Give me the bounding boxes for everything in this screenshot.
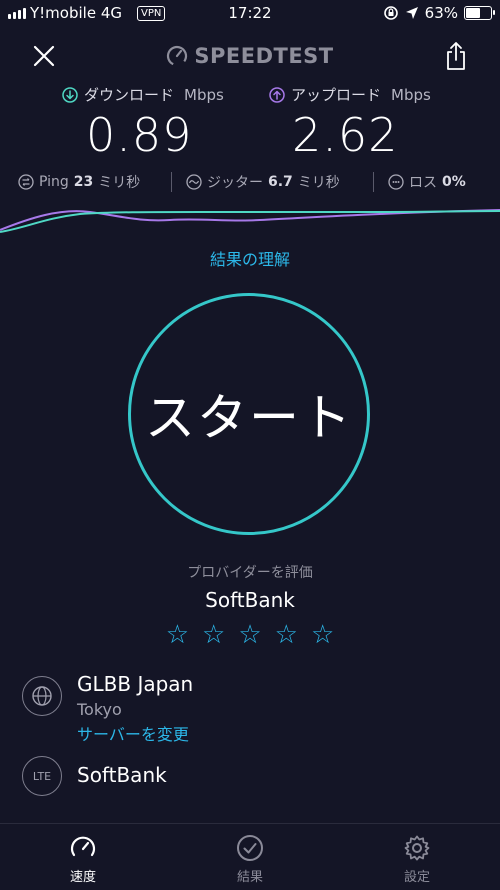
ping-label: Ping xyxy=(39,174,69,190)
ping-stat: Ping 23 ミリ秒 xyxy=(18,172,140,192)
download-value: 0.89 xyxy=(86,108,193,162)
stats-divider xyxy=(373,172,374,192)
loss-stat: ロス 0% xyxy=(388,172,466,192)
ping-value: 23 xyxy=(73,174,94,190)
packet-loss-icon xyxy=(388,174,404,190)
tab-settings[interactable]: 設定 xyxy=(377,834,457,885)
stats-divider xyxy=(171,172,172,192)
download-label-text: ダウンロード xyxy=(84,86,175,104)
star-2-icon[interactable]: ☆ xyxy=(202,620,225,650)
speed-history-graph xyxy=(0,209,500,233)
start-button[interactable]: スタート xyxy=(128,293,370,535)
tab-bar: 速度 結果 設定 xyxy=(0,823,500,890)
tab-results-label: 結果 xyxy=(236,870,263,885)
tab-speed[interactable]: 速度 xyxy=(43,834,123,885)
tab-results[interactable]: 結果 xyxy=(210,834,290,885)
share-button[interactable] xyxy=(444,40,468,72)
orientation-lock-icon xyxy=(383,6,398,20)
jitter-stat: ジッター 6.7 ミリ秒 xyxy=(186,172,340,192)
tab-speed-label: 速度 xyxy=(69,870,96,885)
rating-stars: ☆ ☆ ☆ ☆ ☆ xyxy=(0,620,500,650)
upload-label: アップロード Mbps xyxy=(269,84,431,105)
jitter-value: 6.7 xyxy=(268,174,293,190)
globe-icon xyxy=(22,676,62,716)
location-arrow-icon xyxy=(405,7,418,19)
battery-percent: 63% xyxy=(424,4,458,22)
star-5-icon[interactable]: ☆ xyxy=(311,620,334,650)
speedometer-icon xyxy=(70,836,96,857)
lte-icon: LTE xyxy=(22,756,62,796)
connection-carrier: SoftBank xyxy=(77,763,167,787)
change-server-link[interactable]: サーバーを変更 xyxy=(77,721,189,745)
understand-results-link[interactable]: 結果の理解 xyxy=(0,246,500,270)
share-icon xyxy=(447,42,465,70)
gear-icon xyxy=(404,835,430,861)
ping-icon xyxy=(18,174,34,190)
brand-name: SPEEDTEST xyxy=(194,44,334,68)
tab-settings-label: 設定 xyxy=(403,870,430,885)
star-4-icon[interactable]: ☆ xyxy=(275,620,298,650)
upload-arrow-icon xyxy=(269,86,285,103)
download-unit: Mbps xyxy=(184,85,224,104)
server-name: GLBB Japan xyxy=(77,672,194,696)
star-1-icon[interactable]: ☆ xyxy=(166,620,189,650)
check-circle-icon xyxy=(237,835,263,861)
app-logo: SPEEDTEST xyxy=(0,44,500,68)
star-3-icon[interactable]: ☆ xyxy=(238,620,261,650)
jitter-label: ジッター xyxy=(207,175,263,191)
upload-label-text: アップロード xyxy=(291,86,382,104)
upload-unit: Mbps xyxy=(391,85,431,104)
globe-glyph xyxy=(32,686,52,706)
speedometer-logo-icon xyxy=(167,45,188,67)
ping-unit: ミリ秒 xyxy=(98,175,141,191)
server-city: Tokyo xyxy=(77,700,122,719)
download-arrow-icon xyxy=(62,86,78,103)
battery-icon xyxy=(464,6,495,20)
loss-value: 0% xyxy=(442,174,466,190)
jitter-icon xyxy=(186,174,202,190)
loss-label: ロス xyxy=(409,175,437,191)
provider-name: SoftBank xyxy=(205,588,295,612)
download-speed-line xyxy=(0,210,500,233)
upload-value: 2.62 xyxy=(292,108,399,162)
status-bar: Y!mobile 4G VPN 17:22 63% xyxy=(0,0,500,28)
rate-provider-label: プロバイダーを評価 xyxy=(187,565,313,581)
download-label: ダウンロード Mbps xyxy=(62,84,224,105)
jitter-unit: ミリ秒 xyxy=(297,175,340,191)
